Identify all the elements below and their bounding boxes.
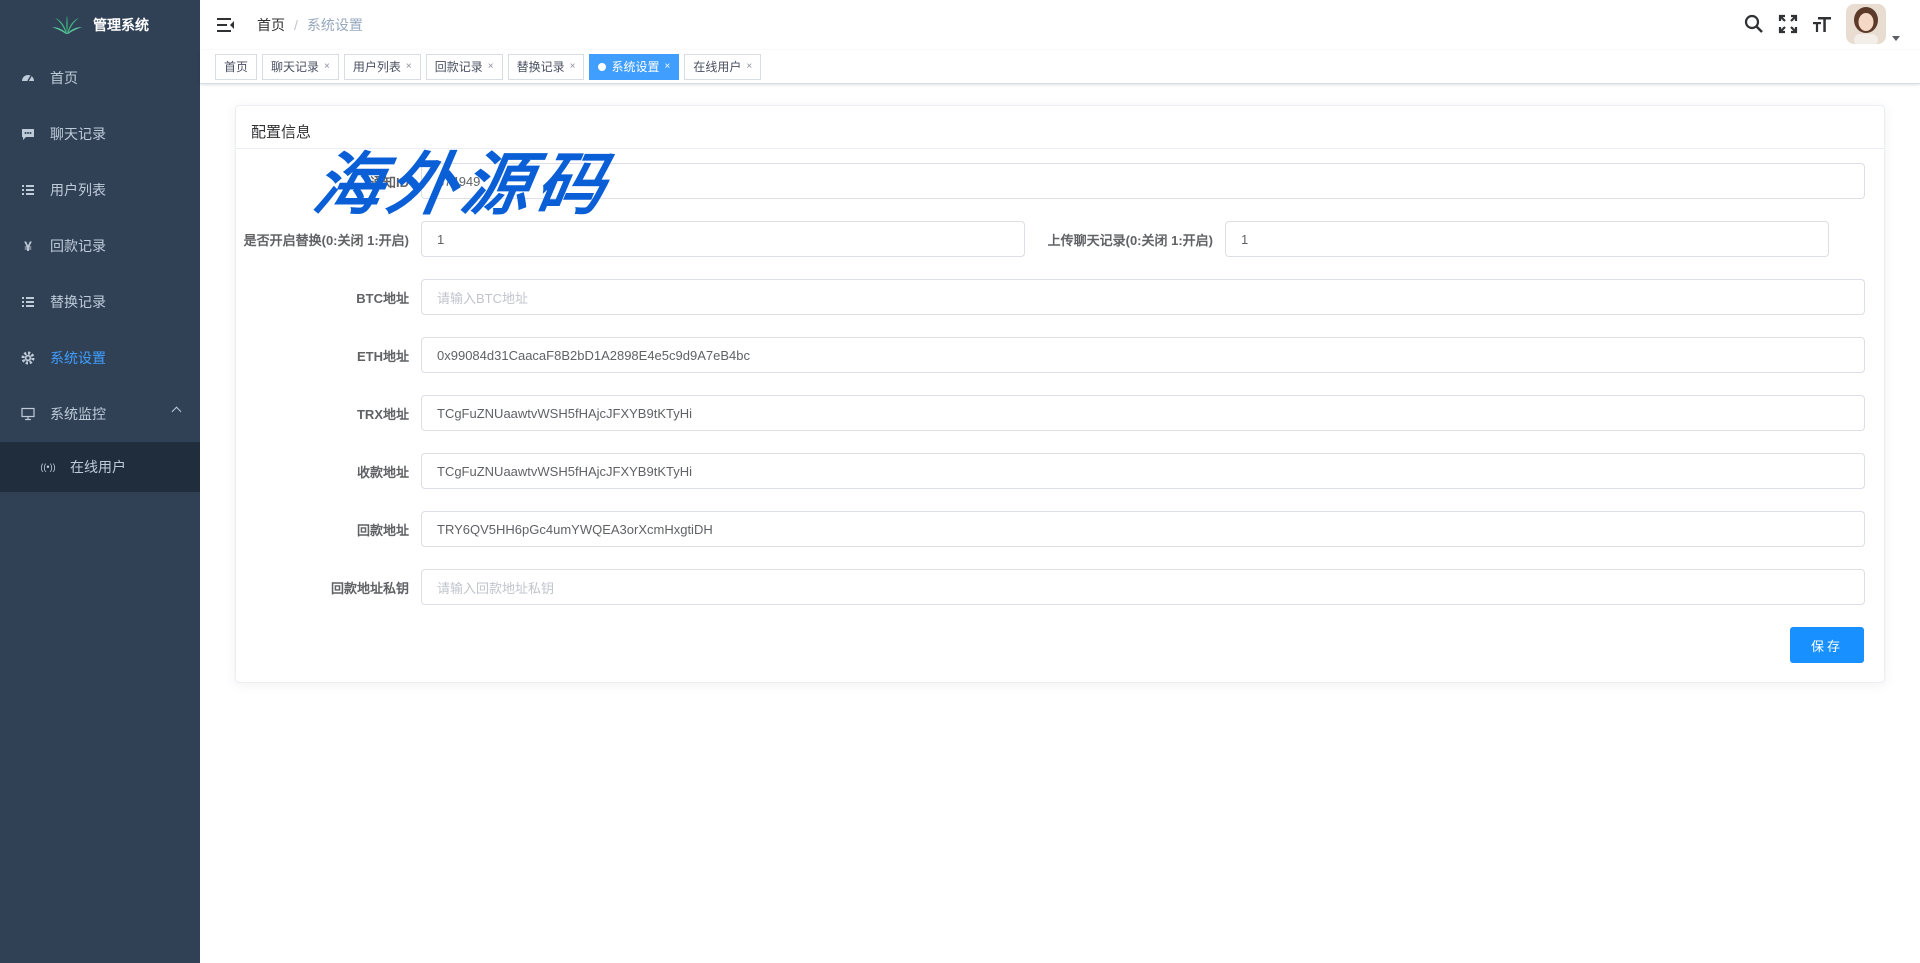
right-menu <box>1744 4 1900 44</box>
yen-icon: ¥ <box>24 238 32 254</box>
tag-online-users[interactable]: 在线用户 × <box>684 53 762 80</box>
tag-label: 替换记录 <box>516 60 565 74</box>
tag-chat[interactable]: 聊天记录 × <box>262 53 339 80</box>
chevron-down-icon[interactable] <box>1892 35 1900 41</box>
sidebar-item-users[interactable]: 用户列表 <box>0 162 200 218</box>
hamburger-icon[interactable] <box>217 16 235 34</box>
watermark-text: 海外源码 <box>307 145 618 225</box>
btc-input[interactable]: 请输入BTC地址 <box>421 279 1865 315</box>
sidebar-item-online-users[interactable]: ((•)) 在线用户 <box>0 442 200 492</box>
close-icon[interactable]: × <box>406 61 412 72</box>
active-dot-icon <box>598 62 607 71</box>
form-row-trx: TRX地址 TCgFuZNUaawtvWSH5fHAjcJFXYB9tKTyHi <box>236 395 1865 431</box>
sidebar-item-refunds[interactable]: ¥ 回款记录 <box>0 218 200 274</box>
sidebar-item-label: 在线用户 <box>70 459 126 475</box>
tag-label: 用户列表 <box>352 60 401 74</box>
navbar: 首页 / 系统设置 <box>200 0 1920 50</box>
tag-label: 首页 <box>224 60 249 74</box>
breadcrumb-separator: / <box>294 17 298 33</box>
dashboard-icon <box>20 70 36 86</box>
close-icon[interactable]: × <box>488 61 494 72</box>
sidebar: 管理系统 首页 聊天记录 用户列表 ¥ 回款记录 替换记录 系统设置 系统监控 … <box>0 0 200 963</box>
breadcrumb: 首页 / 系统设置 <box>257 15 363 35</box>
app-title: 管理系统 <box>93 17 149 33</box>
form-row-receive: 收款地址 TCgFuZNUaawtvWSH5fHAjcJFXYB9tKTyHi <box>236 453 1865 489</box>
close-icon[interactable]: × <box>324 61 330 72</box>
sidebar-item-home[interactable]: 首页 <box>0 50 200 106</box>
refund-input[interactable]: TRY6QV5HH6pGc4umYWQEA3orXcmHxgtiDH <box>421 511 1865 547</box>
logo-icon <box>52 15 82 34</box>
tag-settings[interactable]: 系统设置 × <box>589 53 680 80</box>
form-row-eth: ETH地址 0x99084d31CaacaF8B2bD1A2898E4e5c9d… <box>236 337 1865 373</box>
logo[interactable]: 管理系统 <box>0 0 200 50</box>
sidebar-item-label: 首页 <box>50 70 78 86</box>
notify-input[interactable]: 674949 <box>421 163 1865 199</box>
config-card: 配置信息 通知ID 674949 是否开启替换(0:关闭 1:开启) 1 上传聊… <box>235 105 1885 683</box>
replace-enabled-label: 是否开启替换(0:关闭 1:开启) <box>243 232 409 248</box>
monitor-icon <box>20 406 36 422</box>
close-icon[interactable]: × <box>570 61 576 72</box>
save-button[interactable]: 保存 <box>1790 627 1864 663</box>
list-icon <box>20 182 36 198</box>
receive-label: 收款地址 <box>356 464 409 480</box>
breadcrumb-home[interactable]: 首页 <box>257 15 285 35</box>
refund-key-input[interactable]: 请输入回款地址私钥 <box>421 569 1865 605</box>
tags-view: 首页 聊天记录 × 用户列表 × 回款记录 × 替换记录 × 系统设置 × 在线… <box>200 50 1920 84</box>
eth-input[interactable]: 0x99084d31CaacaF8B2bD1A2898E4e5c9d9A7eB4… <box>421 337 1865 373</box>
upload-chat-label: 上传聊天记录(0:关闭 1:开启) <box>1047 232 1213 248</box>
close-icon[interactable]: × <box>746 61 752 72</box>
gear-icon <box>20 350 36 366</box>
close-icon[interactable]: × <box>664 61 670 72</box>
trx-input[interactable]: TCgFuZNUaawtvWSH5fHAjcJFXYB9tKTyHi <box>421 395 1865 431</box>
submenu-monitor: ((•)) 在线用户 <box>0 442 200 492</box>
main-area: 首页 / 系统设置 首页 聊天记录 × 用户列表 × 回款记录 × 替换记录 ×… <box>200 0 1920 963</box>
tag-refunds[interactable]: 回款记录 × <box>425 53 503 80</box>
sidebar-item-label: 聊天记录 <box>50 126 106 142</box>
sidebar-item-label: 替换记录 <box>50 294 106 310</box>
form-row-btc: BTC地址 请输入BTC地址 <box>236 279 1865 315</box>
upload-chat-input[interactable]: 1 <box>1225 221 1829 257</box>
tag-label: 聊天记录 <box>271 60 320 74</box>
btc-label: BTC地址 <box>356 290 409 306</box>
avatar[interactable] <box>1846 4 1886 44</box>
chevron-up-icon <box>171 406 182 417</box>
font-size-icon[interactable] <box>1812 14 1832 34</box>
sidebar-item-monitor[interactable]: 系统监控 <box>0 386 200 442</box>
trx-label: TRX地址 <box>356 406 409 422</box>
sidebar-item-label: 回款记录 <box>50 238 106 254</box>
refund-label: 回款地址 <box>356 522 409 538</box>
sidebar-item-label: 系统设置 <box>50 350 106 366</box>
refund-key-label: 回款地址私钥 <box>330 580 409 596</box>
tag-label: 系统设置 <box>611 60 660 74</box>
sidebar-item-settings[interactable]: 系统设置 <box>0 330 200 386</box>
eth-label: ETH地址 <box>356 348 409 364</box>
tag-label: 在线用户 <box>693 60 742 74</box>
fullscreen-icon[interactable] <box>1778 14 1798 34</box>
list-icon <box>20 294 36 310</box>
breadcrumb-current: 系统设置 <box>306 17 363 33</box>
tag-replace[interactable]: 替换记录 × <box>507 53 585 80</box>
sidebar-item-replace[interactable]: 替换记录 <box>0 274 200 330</box>
tag-home[interactable]: 首页 <box>215 53 258 80</box>
form-row-refund: 回款地址 TRY6QV5HH6pGc4umYWQEA3orXcmHxgtiDH <box>236 511 1865 547</box>
sidebar-item-chat[interactable]: 聊天记录 <box>0 106 200 162</box>
chat-icon <box>20 126 36 142</box>
sidebar-item-label: 系统监控 <box>50 406 106 422</box>
receive-input[interactable]: TCgFuZNUaawtvWSH5fHAjcJFXYB9tKTyHi <box>421 453 1865 489</box>
tag-label: 回款记录 <box>434 60 483 74</box>
sidebar-item-label: 用户列表 <box>50 182 106 198</box>
search-icon[interactable] <box>1744 14 1764 34</box>
online-icon: ((•)) <box>40 462 56 472</box>
form-row-refund-key: 回款地址私钥 请输入回款地址私钥 <box>236 569 1865 605</box>
tag-users[interactable]: 用户列表 × <box>343 53 421 80</box>
